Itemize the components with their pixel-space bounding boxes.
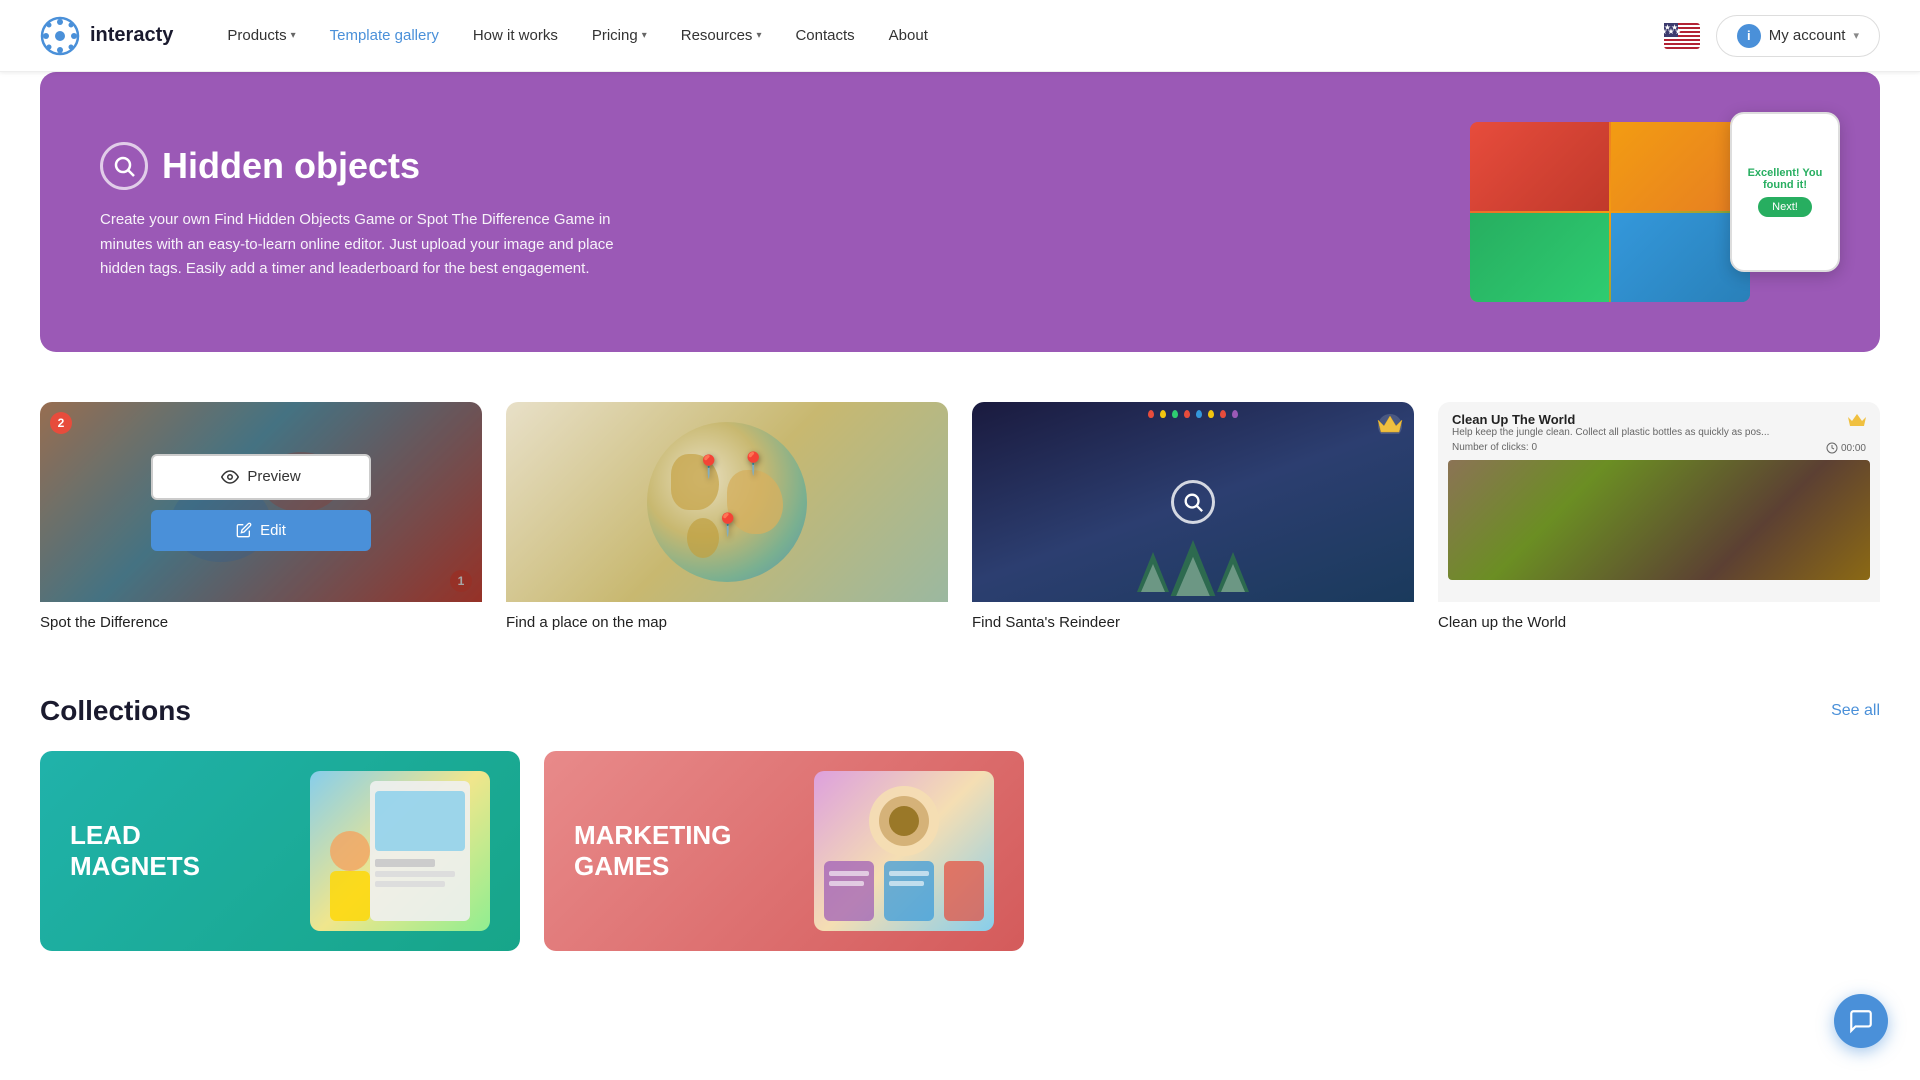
- card-label-map: Find a place on the map: [506, 602, 948, 635]
- collection-marketing-image: [814, 771, 994, 931]
- card-label-world: Clean up the World: [1438, 602, 1880, 635]
- card-image-reindeer: Preview Edit: [972, 402, 1414, 602]
- collection-card-lead[interactable]: LEADMAGNETS: [40, 751, 520, 951]
- hero-image-grid: [1470, 122, 1750, 302]
- collections-grid: LEADMAGNETS: [40, 751, 1880, 951]
- see-all-link[interactable]: See all: [1831, 702, 1880, 720]
- template-cards-section: 2 1 Preview: [0, 382, 1920, 675]
- chevron-down-icon: ▾: [1853, 29, 1859, 42]
- card-reindeer[interactable]: Preview Edit Find Santa's Reindeer: [972, 402, 1414, 635]
- main-content: Hidden objects Create your own Find Hidd…: [0, 72, 1920, 991]
- edit-icon: [1168, 522, 1184, 538]
- card-image-world: Clean Up The World Help keep the jungle …: [1438, 402, 1880, 602]
- nav-pricing[interactable]: Pricing ▾: [578, 19, 661, 52]
- hero-img-cell-1: [1470, 122, 1609, 211]
- nav-about[interactable]: About: [875, 19, 942, 52]
- lead-magnets-bg: [310, 771, 490, 931]
- collections-header: Collections See all: [40, 695, 1880, 727]
- card-map[interactable]: 📍 📍 📍 Preview: [506, 402, 948, 635]
- card-label-reindeer: Find Santa's Reindeer: [972, 602, 1414, 635]
- nav-links: Products ▾ Template gallery How it works…: [213, 19, 1663, 52]
- card-image-spot-diff: 2 1 Preview: [40, 402, 482, 602]
- us-flag-icon: ★★★ ★★: [1664, 23, 1700, 49]
- card-label-spot-diff: Spot the Difference: [40, 602, 482, 635]
- collections-title: Collections: [40, 695, 191, 727]
- marketing-games-bg: [814, 771, 994, 931]
- hero-banner: Hidden objects Create your own Find Hidd…: [40, 72, 1880, 352]
- preview-button-world[interactable]: Preview: [1549, 454, 1769, 500]
- eye-icon: [687, 468, 705, 486]
- eye-icon: [221, 468, 239, 486]
- preview-button-reindeer[interactable]: Preview: [1083, 454, 1303, 500]
- hero-img-cell-3: [1470, 213, 1609, 302]
- svg-text:★★: ★★: [1664, 23, 1678, 32]
- language-flag-button[interactable]: ★★★ ★★: [1664, 23, 1700, 49]
- hero-text-section: Hidden objects Create your own Find Hidd…: [100, 142, 1400, 282]
- chevron-down-icon: ▾: [291, 30, 296, 41]
- nav-how-it-works[interactable]: How it works: [459, 19, 572, 52]
- eye-icon: [1153, 468, 1171, 486]
- collection-lead-label: LEADMAGNETS: [70, 820, 200, 882]
- nav-resources[interactable]: Resources ▾: [667, 19, 776, 52]
- collection-card-marketing[interactable]: MARKETINGGAMES: [544, 751, 1024, 951]
- nav-right: ★★★ ★★ i My account ▾: [1664, 15, 1880, 57]
- logo-text: interacty: [90, 24, 173, 47]
- hero-description: Create your own Find Hidden Objects Game…: [100, 208, 620, 282]
- collections-section: Collections See all LEADMAGNETS: [0, 675, 1920, 991]
- preview-button-map[interactable]: Preview: [617, 454, 837, 500]
- search-circle-icon: [100, 142, 148, 190]
- nav-template-gallery[interactable]: Template gallery: [316, 19, 453, 52]
- edit-icon: [236, 522, 252, 538]
- nav-products[interactable]: Products ▾: [213, 19, 309, 52]
- card-spot-diff[interactable]: 2 1 Preview: [40, 402, 482, 635]
- chat-icon: [1848, 1008, 1874, 1034]
- edit-button-map[interactable]: Edit: [617, 510, 837, 551]
- navbar: interacty Products ▾ Template gallery Ho…: [0, 0, 1920, 72]
- card-actions-overlay: Preview Edit: [40, 402, 482, 602]
- collection-marketing-text: MARKETINGGAMES: [574, 820, 731, 882]
- lead-magnets-illustration: [310, 771, 490, 931]
- marketing-illustration: [814, 771, 994, 931]
- card-badge-2: 2: [50, 412, 72, 434]
- hero-title: Hidden objects: [162, 145, 420, 187]
- account-icon: i: [1737, 24, 1761, 48]
- phone-next-button[interactable]: Next!: [1758, 197, 1812, 217]
- my-account-button[interactable]: i My account ▾: [1716, 15, 1880, 57]
- hero-image-section: Excellent! You found it! Next!: [1400, 122, 1820, 302]
- phone-found-text: Excellent! You found it!: [1742, 167, 1828, 191]
- preview-button[interactable]: Preview: [151, 454, 371, 500]
- edit-button-world[interactable]: Edit: [1549, 510, 1769, 551]
- chat-bubble-button[interactable]: [1834, 994, 1888, 1048]
- edit-icon: [1634, 522, 1650, 538]
- eye-icon: [1619, 468, 1637, 486]
- edit-icon: [702, 522, 718, 538]
- logo-icon: [40, 16, 80, 56]
- collection-lead-text: LEADMAGNETS: [70, 820, 200, 882]
- hero-phone-mockup: Excellent! You found it! Next!: [1730, 112, 1840, 272]
- edit-button-reindeer[interactable]: Edit: [1083, 510, 1303, 551]
- logo[interactable]: interacty: [40, 16, 173, 56]
- collection-lead-image: [310, 771, 490, 931]
- card-world[interactable]: Clean Up The World Help keep the jungle …: [1438, 402, 1880, 635]
- card-image-map: 📍 📍 📍 Preview: [506, 402, 948, 602]
- chevron-down-icon: ▾: [756, 30, 761, 41]
- chevron-down-icon: ▾: [642, 30, 647, 41]
- collection-marketing-label: MARKETINGGAMES: [574, 820, 731, 882]
- edit-button[interactable]: Edit: [151, 510, 371, 551]
- cards-grid: 2 1 Preview: [40, 402, 1880, 635]
- hero-title-row: Hidden objects: [100, 142, 1400, 190]
- nav-contacts[interactable]: Contacts: [781, 19, 868, 52]
